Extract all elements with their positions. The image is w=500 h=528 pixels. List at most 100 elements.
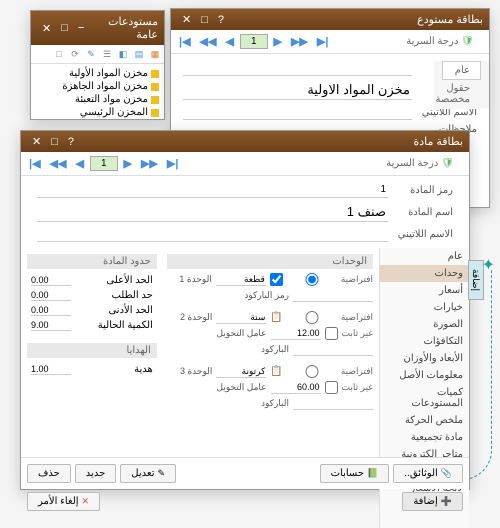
item-name-input[interactable] xyxy=(37,202,388,222)
prev-icon[interactable]: ◀◀ xyxy=(197,33,220,50)
edit-button[interactable]: ✎تعديل xyxy=(120,464,176,483)
copy-icon[interactable]: 📋 xyxy=(270,312,282,323)
item-titlebar: ✕ □ ? بطاقة مادة xyxy=(21,131,469,152)
copy-icon[interactable]: 📋 xyxy=(270,366,282,377)
u2-barcode-input[interactable] xyxy=(293,343,373,356)
side-item[interactable]: الصورة xyxy=(380,316,469,333)
item-toolbar: |◀ ◀◀ ◀ 1 ▶ ▶▶ ▶| درجة السرية 🛡 xyxy=(21,152,469,176)
u3-factor-input[interactable] xyxy=(271,381,321,394)
code-input[interactable] xyxy=(183,60,412,76)
close-icon[interactable]: ✕ xyxy=(37,22,56,35)
side-item[interactable]: كميات المستودعات xyxy=(380,384,469,412)
side-item[interactable]: معلومات الأصل xyxy=(380,367,469,384)
side-item[interactable]: ملخص الحركة xyxy=(380,412,469,429)
bottom-bar: 📎الوثائق.. 📗حسابات ✎تعديل جديد حذف xyxy=(21,457,469,489)
docs-button[interactable]: 📎الوثائق.. xyxy=(393,464,463,483)
u3-fixed-check[interactable] xyxy=(325,381,338,394)
tree-tool-icon[interactable]: ⟳ xyxy=(68,47,82,61)
cancel-button[interactable]: ✕إلغاء الأمر xyxy=(27,492,100,511)
tree-title: مستودعات عامة xyxy=(89,15,158,41)
name-input[interactable] xyxy=(183,80,412,100)
maximize-icon[interactable]: □ xyxy=(46,136,63,148)
limit-max[interactable]: 0.00 xyxy=(31,275,71,286)
close-icon[interactable]: ✕ xyxy=(27,135,46,148)
item-title: بطاقة مادة xyxy=(79,135,463,148)
help-icon[interactable]: ? xyxy=(213,14,229,26)
u2-factor-input[interactable] xyxy=(271,327,321,340)
first-icon[interactable]: |◀ xyxy=(26,155,44,172)
back-icon[interactable]: ◀ xyxy=(72,155,86,172)
side-item[interactable]: مادة تجميعية xyxy=(380,429,469,446)
tab-general[interactable]: عام xyxy=(442,61,481,80)
gifts-title: الهدايا xyxy=(27,343,157,358)
prev-icon[interactable]: ◀◀ xyxy=(47,155,70,172)
minimize-icon[interactable]: − xyxy=(73,22,89,34)
u3-default-radio[interactable] xyxy=(287,365,337,378)
tree-item[interactable]: مخزن المواد الأولية xyxy=(34,67,161,80)
tree-tool-icon[interactable]: ☰ xyxy=(100,47,114,61)
u1-default-radio[interactable] xyxy=(287,273,337,286)
u1-barcode-input[interactable] xyxy=(293,289,373,302)
page-number[interactable]: 1 xyxy=(240,34,268,49)
accounts-button[interactable]: 📗حسابات xyxy=(320,464,390,483)
new-button[interactable]: جديد xyxy=(75,464,116,483)
privacy-label: درجة السرية xyxy=(386,158,438,169)
tree-tool-icon[interactable]: ✎ xyxy=(84,47,98,61)
latin-input[interactable] xyxy=(183,104,412,120)
page-number[interactable]: 1 xyxy=(90,156,118,171)
del-button[interactable]: حذف xyxy=(27,464,71,483)
u3-barcode-input[interactable] xyxy=(293,397,373,410)
item-latin-input[interactable] xyxy=(37,226,388,242)
back-icon[interactable]: ◀ xyxy=(222,33,236,50)
u3-input[interactable] xyxy=(216,365,266,378)
fwd-icon[interactable]: ▶ xyxy=(271,33,285,50)
folder-icon xyxy=(151,96,159,104)
item-name-label: اسم المادة xyxy=(393,207,453,218)
side-item[interactable]: التكافؤات xyxy=(380,333,469,350)
tree-item[interactable]: مخزن مواد التعبئة xyxy=(34,93,161,106)
item-code-input[interactable] xyxy=(37,182,388,198)
maximize-icon[interactable]: □ xyxy=(196,14,213,26)
close-icon[interactable]: ✕ xyxy=(177,13,196,26)
tree-tool-icon[interactable]: □ xyxy=(52,47,66,61)
folder-icon xyxy=(151,109,159,117)
tree-tool-icon[interactable]: ◧ xyxy=(116,47,130,61)
limit-curr[interactable]: 9.00 xyxy=(31,320,71,331)
wh-titlebar: ✕ □ ? بطاقة مستودع xyxy=(171,9,489,30)
side-item[interactable]: أسعار xyxy=(380,282,469,299)
u2-input[interactable] xyxy=(216,311,266,324)
side-item[interactable]: وحدات xyxy=(380,265,469,282)
u2-default-radio[interactable] xyxy=(287,311,337,324)
first-icon[interactable]: |◀ xyxy=(176,33,194,50)
limit-order[interactable]: 0.00 xyxy=(31,290,71,301)
tree-tool-icon[interactable]: ▤ xyxy=(132,47,146,61)
fwd-icon[interactable]: ▶ xyxy=(121,155,135,172)
side-item[interactable]: خيارات xyxy=(380,299,469,316)
limit-min[interactable]: 0.00 xyxy=(31,305,71,316)
gift-val[interactable]: 1.00 xyxy=(31,364,71,375)
tree-tool-icon[interactable]: ▦ xyxy=(148,47,162,61)
book-icon: 📗 xyxy=(367,468,378,479)
u1-input[interactable] xyxy=(216,273,266,286)
tab-custom[interactable]: حقول مخصصة xyxy=(442,79,481,109)
item-window: ✕ □ ? بطاقة مادة |◀ ◀◀ ◀ 1 ▶ ▶▶ ▶| درجة … xyxy=(20,130,470,490)
next-icon[interactable]: ▶▶ xyxy=(138,155,161,172)
last-icon[interactable]: ▶| xyxy=(314,33,332,50)
shield-icon[interactable]: 🛡 xyxy=(441,158,454,169)
tree-item[interactable]: مخزن المواد الجاهزة xyxy=(34,80,161,93)
u1-check[interactable] xyxy=(270,273,283,286)
next-icon[interactable]: ▶▶ xyxy=(288,33,311,50)
add-button[interactable]: ➕إضافة xyxy=(402,492,463,511)
tree-titlebar: ✕ □ − مستودعات عامة xyxy=(31,11,164,45)
tree-body: مخزن المواد الأولية مخزن المواد الجاهزة … xyxy=(31,64,164,122)
help-icon[interactable]: ? xyxy=(63,136,79,148)
folder-icon xyxy=(151,70,159,78)
privacy-label: درجة السرية xyxy=(406,36,458,47)
side-item[interactable]: عام xyxy=(380,248,469,265)
side-item[interactable]: الأبعاد والأوزان xyxy=(380,350,469,367)
tree-item[interactable]: المخزن الرئيسي xyxy=(34,106,161,119)
last-icon[interactable]: ▶| xyxy=(164,155,182,172)
shield-icon[interactable]: 🛡 xyxy=(461,36,474,47)
u2-fixed-check[interactable] xyxy=(325,327,338,340)
maximize-icon[interactable]: □ xyxy=(56,22,73,34)
